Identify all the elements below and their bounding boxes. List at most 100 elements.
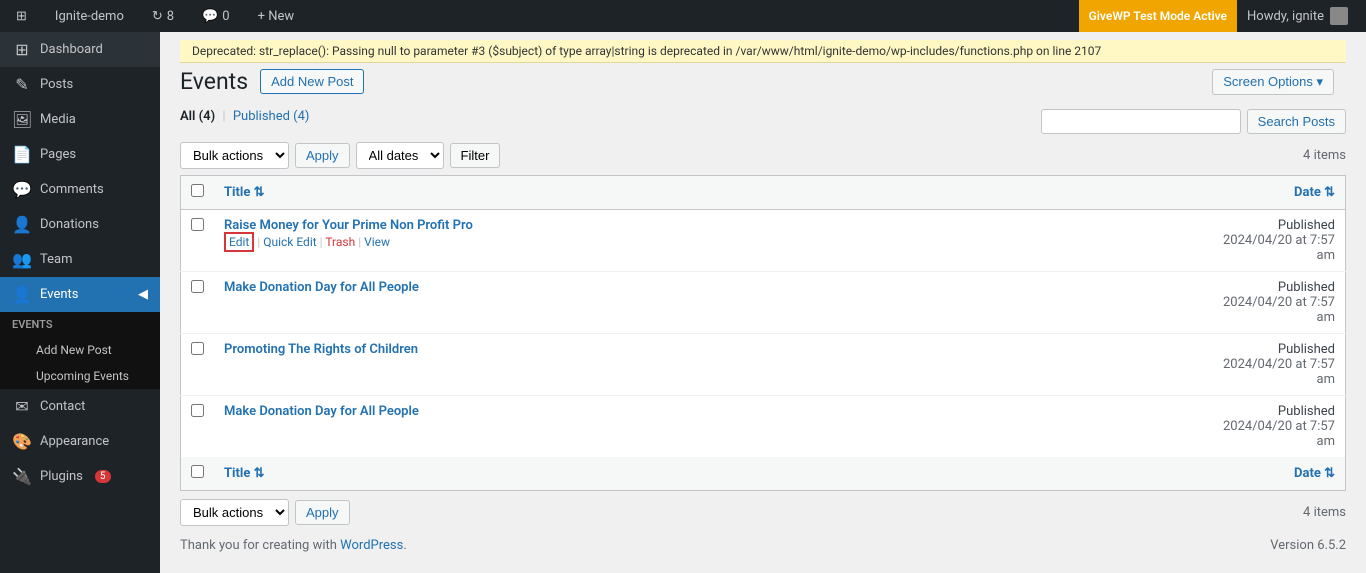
apply-button-top[interactable]: Apply	[295, 143, 350, 168]
filter-search-row: All (4) | Published (4) Search Posts	[180, 109, 1346, 134]
search-input[interactable]	[1041, 109, 1241, 134]
updates-count: 8	[167, 9, 174, 24]
table-row: Raise Money for Your Prime Non Profit Pr…	[181, 209, 1346, 271]
howdy-section[interactable]: Howdy, ignite	[1237, 0, 1358, 32]
row-checkbox[interactable]	[191, 404, 204, 417]
sidebar-submenu-add-new[interactable]: Add New Post	[0, 337, 160, 363]
search-posts-button[interactable]: Search Posts	[1247, 109, 1346, 134]
sidebar-item-contact[interactable]: ✉ Contact	[0, 389, 160, 424]
row-action-edit[interactable]: Edit	[224, 232, 254, 252]
post-status: Published	[1278, 218, 1335, 233]
footer-thank-you: Thank you for creating with WordPress.	[180, 538, 407, 553]
sidebar-posts-label: Posts	[40, 77, 73, 92]
givewp-badge[interactable]: GiveWP Test Mode Active	[1079, 0, 1237, 32]
post-title-link[interactable]: Raise Money for Your Prime Non Profit Pr…	[224, 218, 473, 233]
sidebar-donations-label: Donations	[40, 217, 99, 232]
posts-icon: ✎	[12, 75, 32, 94]
sidebar-item-plugins[interactable]: 🔌 Plugins 5	[0, 459, 160, 494]
table-row: Make Donation Day for All People Publishe…	[181, 395, 1346, 457]
col-date-footer[interactable]: Date ⇅	[1196, 457, 1346, 491]
donations-icon: 👤	[12, 215, 32, 234]
search-bar: Search Posts	[1041, 109, 1346, 134]
post-date: 2024/04/20 at 7:57 am	[1223, 419, 1335, 449]
comments[interactable]: 💬 0	[194, 0, 238, 32]
sidebar-item-posts[interactable]: ✎ Posts	[0, 67, 160, 102]
row-checkbox[interactable]	[191, 342, 204, 355]
sidebar-comments-label: Comments	[40, 182, 104, 197]
sidebar-media-label: Media	[40, 112, 76, 127]
sidebar-plugins-label: Plugins	[40, 469, 83, 484]
sidebar: ⊞ Dashboard ✎ Posts 🖼 Media 📄 Pages 💬 Co…	[0, 32, 160, 573]
sidebar-item-events[interactable]: 👤 Events ◀	[0, 277, 160, 312]
plugins-icon: 🔌	[12, 467, 32, 486]
post-status: Published	[1278, 342, 1335, 357]
row-action-quick-edit[interactable]: Quick Edit	[263, 235, 316, 249]
col-title-header[interactable]: Title ⇅	[214, 175, 1196, 209]
sidebar-dashboard-label: Dashboard	[40, 42, 103, 57]
screen-options-button[interactable]: Screen Options ▾	[1212, 69, 1334, 95]
check-all-top[interactable]	[191, 184, 204, 197]
wp-logo[interactable]: ⊞	[8, 0, 35, 32]
sidebar-item-donations[interactable]: 👤 Donations	[0, 207, 160, 242]
row-action-trash[interactable]: Trash	[325, 235, 355, 249]
refresh-icon: ↻	[152, 9, 163, 24]
add-new-button[interactable]: Add New Post	[260, 69, 364, 94]
posts-table: Title ⇅ Date ⇅ Raise Money for Your Prim…	[180, 175, 1346, 491]
table-row: Promoting The Rights of Children Publishe…	[181, 333, 1346, 395]
date-filter-select[interactable]: All dates	[356, 142, 444, 169]
col-check-all	[181, 175, 215, 209]
post-status: Published	[1278, 404, 1335, 419]
notice-text: Deprecated: str_replace(): Passing null …	[192, 44, 1101, 58]
apply-button-bottom[interactable]: Apply	[295, 500, 350, 525]
row-action-view[interactable]: View	[364, 235, 390, 249]
media-icon: 🖼	[12, 110, 32, 129]
sidebar-contact-label: Contact	[40, 399, 85, 414]
sidebar-item-team[interactable]: 👥 Team	[0, 242, 160, 277]
bulk-actions-select-top[interactable]: Bulk actions	[180, 142, 289, 169]
site-name-label: Ignite-demo	[55, 9, 124, 24]
check-all-bottom[interactable]	[191, 465, 204, 478]
comments-count: 0	[222, 9, 229, 24]
filter-tab-all[interactable]: All (4)	[180, 109, 215, 124]
post-title-link[interactable]: Make Donation Day for All People	[224, 404, 419, 419]
post-title-link[interactable]: Make Donation Day for All People	[224, 280, 419, 295]
post-title-link[interactable]: Promoting The Rights of Children	[224, 342, 418, 357]
plugins-badge: 5	[95, 470, 111, 483]
post-date: 2024/04/20 at 7:57 am	[1223, 357, 1335, 387]
bottom-actions-row: Bulk actions Apply 4 items	[180, 499, 1346, 526]
events-section-label: Events	[0, 312, 160, 337]
admin-bar: ⊞ Ignite-demo ↻ 8 💬 0 + New GiveWP Test …	[0, 0, 1366, 32]
comments-icon: 💬	[12, 180, 32, 199]
table-row: Make Donation Day for All People Publishe…	[181, 271, 1346, 333]
wp-link[interactable]: WordPress	[340, 538, 403, 553]
sidebar-item-pages[interactable]: 📄 Pages	[0, 137, 160, 172]
events-icon: 👤	[12, 285, 32, 304]
sidebar-appearance-label: Appearance	[40, 434, 109, 449]
sidebar-item-comments[interactable]: 💬 Comments	[0, 172, 160, 207]
sidebar-item-appearance[interactable]: 🎨 Appearance	[0, 424, 160, 459]
upcoming-events-label: Upcoming Events	[36, 369, 129, 383]
add-new-post-label: Add New Post	[36, 343, 112, 357]
post-date: 2024/04/20 at 7:57 am	[1223, 295, 1335, 325]
page-header: Events Add New Post Screen Options ▾	[180, 63, 1346, 97]
col-date-header[interactable]: Date ⇅	[1196, 175, 1346, 209]
filter-button[interactable]: Filter	[450, 143, 501, 168]
row-checkbox[interactable]	[191, 280, 204, 293]
sidebar-item-dashboard[interactable]: ⊞ Dashboard	[0, 32, 160, 67]
updates[interactable]: ↻ 8	[144, 0, 182, 32]
sidebar-item-media[interactable]: 🖼 Media	[0, 102, 160, 137]
post-status: Published	[1278, 280, 1335, 295]
site-name[interactable]: Ignite-demo	[47, 0, 132, 32]
filter-tab-published[interactable]: Published (4)	[233, 109, 310, 124]
sidebar-team-label: Team	[40, 252, 73, 267]
new-content[interactable]: + New	[250, 0, 303, 32]
bulk-actions-select-bottom[interactable]: Bulk actions	[180, 499, 289, 526]
wp-footer: Thank you for creating with WordPress. V…	[180, 538, 1346, 553]
notice-bar: Deprecated: str_replace(): Passing null …	[180, 40, 1346, 63]
sidebar-submenu-upcoming[interactable]: Upcoming Events	[0, 363, 160, 389]
sidebar-events-label: Events	[40, 287, 78, 302]
col-title-footer[interactable]: Title ⇅	[214, 457, 1196, 491]
team-icon: 👥	[12, 250, 32, 269]
collapse-icon: ◀	[138, 287, 148, 302]
row-checkbox[interactable]	[191, 218, 204, 231]
